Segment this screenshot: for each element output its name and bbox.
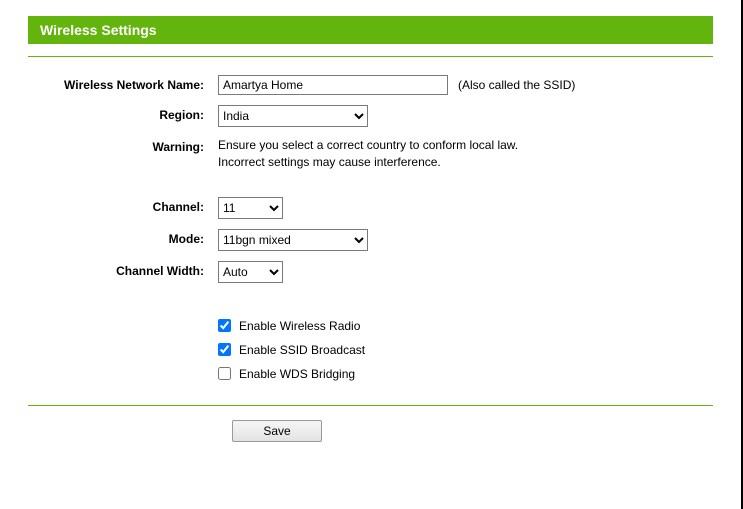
channel-select[interactable]: 11 [218,197,283,219]
warning-line1: Ensure you select a correct country to c… [218,138,518,152]
region-select[interactable]: India [218,105,368,127]
enable-wireless-radio-label[interactable]: Enable Wireless Radio [239,319,360,333]
enable-wds-bridging-label[interactable]: Enable WDS Bridging [239,367,355,381]
channel-label: Channel: [28,197,218,214]
ssid-label: Wireless Network Name: [28,75,218,92]
enable-ssid-broadcast-checkbox[interactable] [218,343,231,356]
region-label: Region: [28,105,218,122]
mode-select[interactable]: 11bgn mixed [218,229,368,251]
channel-width-label: Channel Width: [28,261,218,278]
divider-top [28,56,713,57]
ssid-input[interactable] [218,75,448,95]
warning-label: Warning: [28,137,218,154]
enable-wds-bridging-checkbox[interactable] [218,367,231,380]
mode-label: Mode: [28,229,218,246]
warning-text: Ensure you select a correct country to c… [218,137,518,171]
warning-line2: Incorrect settings may cause interferenc… [218,155,441,169]
ssid-hint: (Also called the SSID) [458,78,575,92]
enable-wireless-radio-checkbox[interactable] [218,319,231,332]
divider-bottom [28,405,713,406]
channel-width-select[interactable]: Auto [218,261,283,283]
enable-ssid-broadcast-label[interactable]: Enable SSID Broadcast [239,343,365,357]
save-button[interactable]: Save [232,420,322,442]
page-title: Wireless Settings [28,16,713,44]
